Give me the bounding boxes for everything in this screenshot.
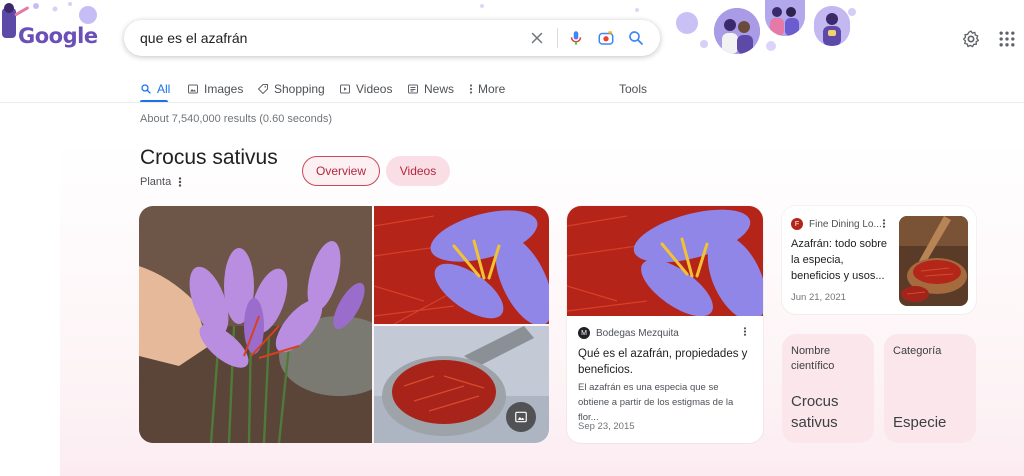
google-doodle-logo[interactable]: Google	[0, 0, 100, 60]
more-vertical-icon	[469, 84, 473, 94]
fact-card-category[interactable]: Categoría Especie	[884, 334, 976, 443]
more-vertical-icon	[743, 327, 747, 336]
tab-all[interactable]: All	[140, 77, 170, 101]
doodle-avatar	[765, 0, 805, 36]
tab-more[interactable]: More	[469, 77, 505, 101]
tab-label: More	[478, 82, 506, 96]
people-illustration-icon	[765, 0, 805, 36]
tab-videos[interactable]: Videos	[339, 77, 392, 101]
article-source-name: Fine Dining Lo...	[809, 218, 882, 230]
lens-camera-icon[interactable]	[597, 29, 615, 47]
article-source: M Bodegas Mezquita	[578, 327, 679, 339]
search-box[interactable]	[124, 20, 660, 56]
article-title: Qué es el azafrán, propiedades y benefic…	[578, 348, 748, 376]
image-icon	[188, 84, 198, 94]
doodle-bubble	[676, 12, 698, 34]
knowledge-panel-subtitle: Planta	[140, 176, 172, 188]
apps-grid-icon[interactable]	[997, 29, 1017, 49]
tab-label: News	[424, 82, 455, 96]
doodle-bubble	[480, 4, 484, 8]
fact-card-scientific-name[interactable]: Nombre científico Crocus sativus	[782, 334, 874, 443]
nav-divider	[0, 102, 1024, 103]
saffron-flower-closeup-image[interactable]	[374, 206, 549, 324]
tab-label: Videos	[356, 82, 393, 96]
settings-gear-icon[interactable]	[961, 29, 981, 49]
tab-label: All	[157, 82, 171, 96]
saffron-bowl-image	[899, 216, 968, 306]
article-card-small[interactable]: F Fine Dining Lo... Azafrán: todo sobre …	[782, 206, 976, 314]
doodle-bubble	[635, 8, 639, 12]
search-icon	[141, 84, 151, 94]
more-vertical-icon	[882, 219, 886, 228]
more-options-button[interactable]	[178, 176, 182, 191]
more-images-button[interactable]	[506, 402, 536, 432]
microphone-icon[interactable]	[567, 29, 585, 47]
tab-shopping[interactable]: Shopping	[257, 77, 325, 101]
logo-text: Google	[18, 24, 98, 48]
image-collage	[139, 206, 549, 443]
article-more-button[interactable]	[743, 326, 747, 340]
results-stats: About 7,540,000 results (0.60 seconds)	[140, 113, 333, 125]
fact-label: Nombre científico	[791, 345, 835, 372]
fact-value: Especie	[893, 414, 947, 431]
play-icon	[340, 84, 350, 94]
clear-icon[interactable]	[528, 29, 546, 47]
search-divider	[557, 28, 558, 48]
chip-overview[interactable]: Overview	[302, 156, 380, 186]
article-source-name: Bodegas Mezquita	[596, 327, 679, 339]
knowledge-panel-title: Crocus sativus	[140, 146, 278, 169]
tag-icon	[258, 84, 268, 94]
article-source: F Fine Dining Lo...	[791, 218, 882, 230]
source-logo-icon: M	[578, 327, 590, 339]
article-date: Sep 23, 2015	[578, 421, 635, 432]
article-more-button[interactable]	[882, 218, 886, 232]
doodle-bubble	[766, 41, 776, 51]
saffron-bowl-thumbnail	[899, 216, 968, 306]
article-snippet: El azafrán es una especia que se obtiene…	[578, 382, 734, 423]
tab-images[interactable]: Images	[187, 77, 243, 101]
tab-label: Shopping	[274, 82, 325, 96]
source-logo-icon: F	[791, 218, 803, 230]
tab-label: Images	[204, 82, 244, 96]
search-icon[interactable]	[627, 29, 645, 47]
tab-news[interactable]: News	[407, 77, 454, 101]
person-illustration-icon	[814, 6, 850, 46]
doodle-avatar	[814, 6, 850, 46]
article-date: Jun 21, 2021	[791, 292, 846, 303]
more-vertical-icon	[178, 177, 182, 187]
saffron-crocus-field-image[interactable]	[139, 206, 372, 443]
doodle-avatar	[714, 8, 760, 54]
saffron-flower-thumbnail-image	[567, 206, 763, 316]
article-title: Azafrán: todo sobre la especia, benefici…	[791, 238, 888, 282]
newspaper-icon	[408, 84, 418, 94]
fact-value: Crocus sativus	[791, 393, 839, 431]
tools-button[interactable]: Tools	[619, 77, 647, 101]
chip-videos[interactable]: Videos	[386, 156, 450, 186]
search-input[interactable]	[140, 20, 520, 56]
image-icon	[515, 411, 527, 423]
people-illustration-icon	[714, 8, 760, 54]
article-card[interactable]: M Bodegas Mezquita Qué es el azafrán, pr…	[567, 206, 763, 443]
fact-label: Categoría	[893, 345, 942, 357]
doodle-bubble	[848, 8, 856, 16]
doodle-bubble	[700, 40, 708, 48]
tools-label: Tools	[619, 82, 648, 96]
